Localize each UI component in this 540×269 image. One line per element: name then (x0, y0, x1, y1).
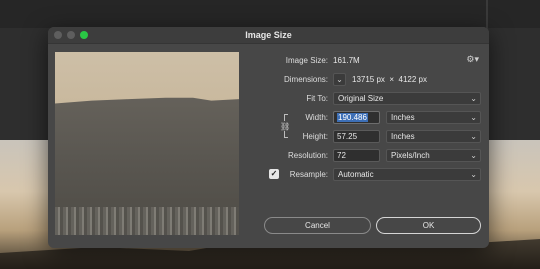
chevron-down-icon: ⌄ (470, 94, 477, 103)
resample-row: ✓ Resample: Automatic ⌄ (248, 168, 489, 182)
resample-label: Resample: (289, 170, 328, 179)
width-unit: Inches (391, 113, 415, 122)
background-toolbar (0, 0, 540, 28)
height-unit: Inches (391, 132, 415, 141)
preview-town (55, 207, 239, 235)
width-input[interactable]: 190.486 (333, 111, 380, 124)
resolution-unit: Pixels/Inch (391, 151, 430, 160)
fit-to-value: Original Size (338, 94, 384, 103)
dimensions-width: 13715 px (352, 75, 385, 84)
resolution-row: Resolution: 72 Pixels/Inch ⌄ (248, 149, 489, 163)
width-label: Width: (305, 113, 328, 122)
image-preview[interactable] (55, 52, 239, 235)
link-bracket-top (284, 114, 288, 121)
image-size-dialog: Image Size Image Size: 161.7M ⚙▾ Dimensi… (48, 27, 489, 248)
gear-icon[interactable]: ⚙▾ (466, 54, 479, 65)
fit-to-select[interactable]: Original Size ⌄ (333, 92, 481, 105)
cancel-button[interactable]: Cancel (264, 217, 371, 234)
dimensions-label: Dimensions: (283, 75, 328, 84)
image-size-form: Image Size: 161.7M ⚙▾ Dimensions: ⌄ 1371… (248, 52, 489, 222)
resolution-input[interactable]: 72 (333, 149, 380, 162)
resample-select[interactable]: Automatic ⌄ (333, 168, 481, 181)
dimensions-row: Dimensions: ⌄ 13715 px × 4122 px (248, 73, 489, 87)
chevron-down-icon[interactable]: ⌄ (333, 73, 346, 86)
height-unit-select[interactable]: Inches ⌄ (386, 130, 481, 143)
image-size-value: 161.7M (333, 56, 360, 65)
width-unit-select[interactable]: Inches ⌄ (386, 111, 481, 124)
image-size-label: Image Size: (285, 56, 328, 65)
dimensions-times: × (389, 75, 395, 84)
image-size-row: Image Size: 161.7M ⚙▾ (248, 54, 489, 68)
resolution-label: Resolution: (287, 151, 328, 160)
height-value: 57.25 (337, 132, 358, 141)
resolution-value: 72 (337, 151, 346, 160)
resample-value: Automatic (338, 170, 374, 179)
dimensions-value: 13715 px × 4122 px (352, 75, 427, 84)
chevron-down-icon: ⌄ (470, 170, 477, 179)
chevron-down-icon: ⌄ (470, 113, 477, 122)
dialog-titlebar: Image Size (48, 27, 489, 44)
dimensions-height: 4122 px (398, 75, 427, 84)
width-value: 190.486 (337, 113, 368, 122)
dialog-title: Image Size (245, 30, 292, 40)
height-input[interactable]: 57.25 (333, 130, 380, 143)
resolution-unit-select[interactable]: Pixels/Inch ⌄ (386, 149, 481, 162)
constrain-proportions-toggle[interactable]: ⛓ (280, 114, 290, 138)
chevron-down-icon: ⌄ (470, 132, 477, 141)
resample-checkbox[interactable]: ✓ (269, 169, 279, 179)
chevron-down-icon: ⌄ (470, 151, 477, 160)
height-label: Height: (302, 132, 328, 141)
fit-to-label: Fit To: (306, 94, 328, 103)
chain-link-icon: ⛓ (280, 122, 291, 131)
link-bracket-bottom (284, 131, 288, 138)
checkmark-icon: ✓ (270, 169, 278, 178)
ok-button[interactable]: OK (376, 217, 481, 234)
fit-to-row: Fit To: Original Size ⌄ (248, 92, 489, 106)
